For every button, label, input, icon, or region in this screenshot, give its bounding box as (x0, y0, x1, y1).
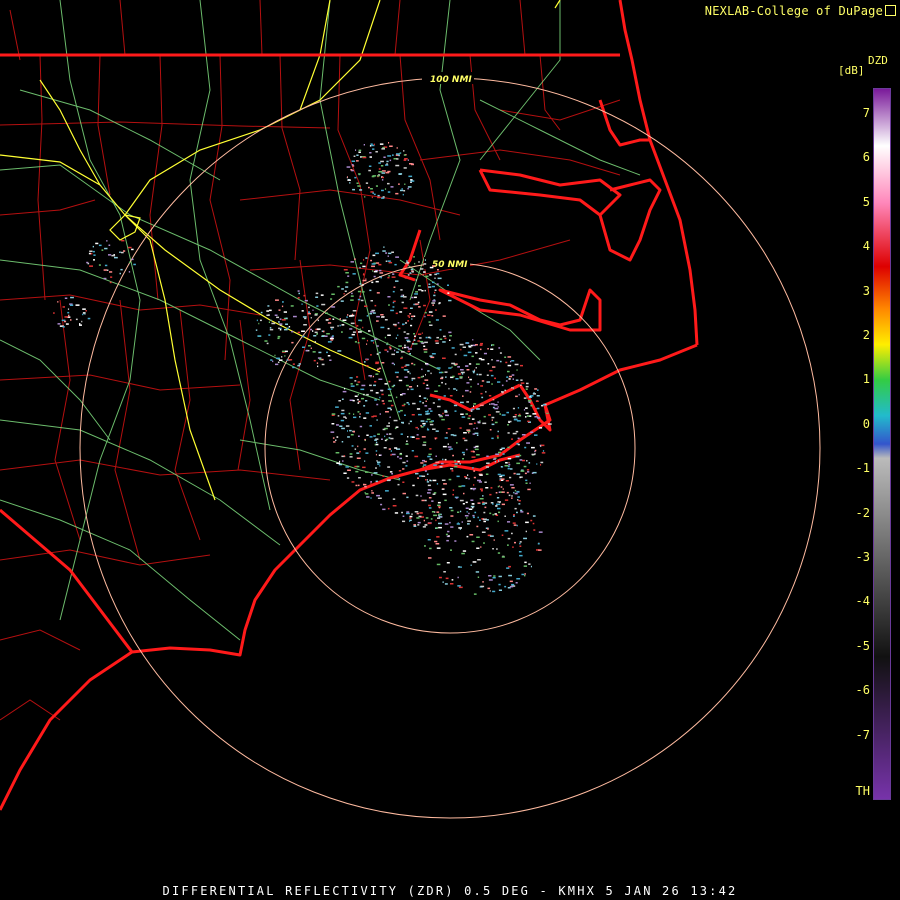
legend-tick: -3 (855, 550, 870, 564)
legend-tick: -1 (855, 461, 870, 476)
legend-tick: 7 (862, 106, 870, 120)
legend-tick: 0 (862, 416, 870, 431)
credit-text: NEXLAB-College of DuPage (704, 4, 883, 18)
legend-tick: 1 (862, 372, 870, 387)
legend-tick: -7 (855, 727, 870, 742)
legend-unit: [dB] (838, 64, 865, 77)
ring-label-100nmi: 100 NMI (430, 75, 472, 85)
legend-tick: -5 (855, 638, 870, 653)
legend-tick: -2 (855, 505, 870, 520)
product-caption: DIFFERENTIAL REFLECTIVITY (ZDR) 0.5 DEG … (162, 884, 738, 898)
nexlab-logo-icon (885, 5, 896, 16)
legend-tick: -6 (855, 683, 870, 698)
legend-tick: 4 (862, 239, 870, 254)
credit-label: NEXLAB-College of DuPage (705, 4, 896, 18)
ring-label-50nmi: 50 NMI (432, 260, 468, 270)
legend-tick: TH (855, 784, 870, 798)
legend-color-bar (873, 88, 891, 800)
interstates (0, 0, 561, 501)
legend-title: DZD (868, 54, 888, 67)
legend-tick: 6 (862, 150, 870, 165)
county-borders (0, 0, 621, 721)
legend-tick: 3 (862, 283, 870, 298)
radar-map: 100 NMI 50 NMI (0, 0, 821, 819)
legend-tick: -4 (855, 594, 870, 609)
radar-map-view: 100 NMI 50 NMI NEXLAB-College of DuPage … (0, 0, 900, 900)
state-borders (0, 0, 699, 811)
legend-tick: 2 (862, 328, 870, 342)
legend-tick: 5 (862, 194, 870, 209)
